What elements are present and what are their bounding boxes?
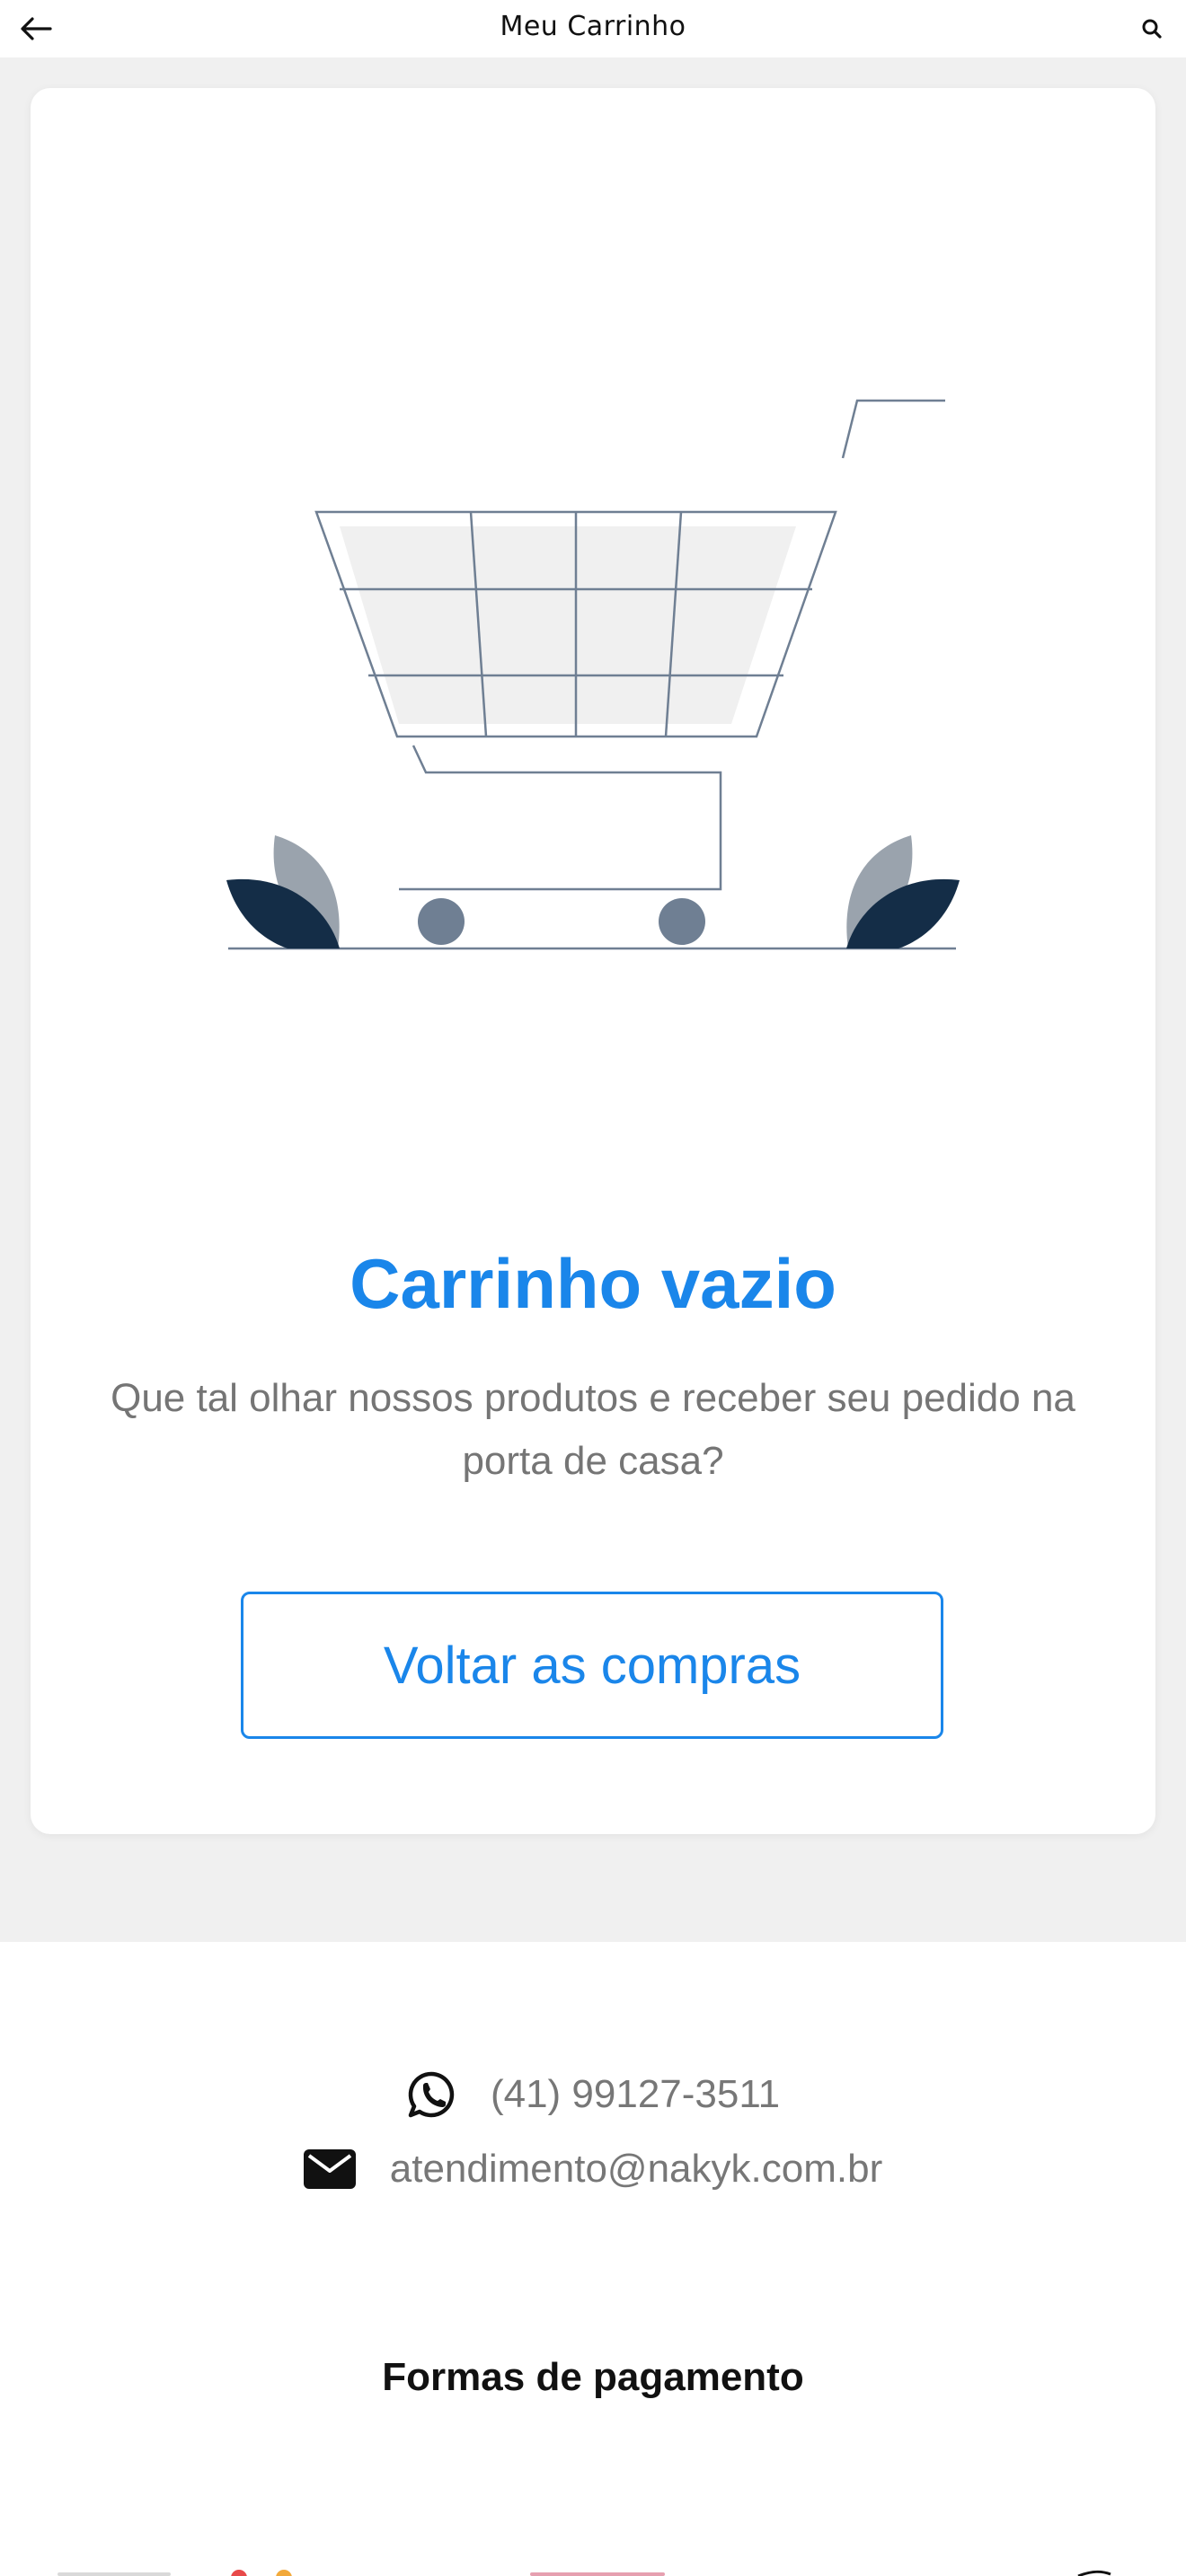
search-icon — [1142, 19, 1162, 39]
top-bar: Meu Carrinho — [0, 0, 1186, 57]
phone-number: (41) 99127-3511 — [490, 2072, 781, 2116]
cart-screen: Meu Carrinho Carrinho vazio Que tal olha… — [0, 0, 1186, 2576]
envelope-icon — [303, 2149, 356, 2189]
cart-frame — [399, 745, 722, 891]
email-contact[interactable]: atendimento@nakyk.com.br — [0, 2147, 1186, 2192]
whatsapp-icon — [406, 2069, 456, 2120]
cart-basket-fill — [340, 526, 796, 724]
cart-wheel-left — [418, 898, 465, 945]
page-title: Meu Carrinho — [500, 11, 686, 42]
back-to-shopping-button[interactable]: Voltar as compras — [241, 1592, 943, 1739]
whatsapp-contact[interactable]: (41) 99127-3511 — [0, 2069, 1186, 2120]
cart-wheel-right — [659, 898, 705, 945]
empty-shopping-cart-illustration — [226, 399, 960, 950]
empty-cart-card: Carrinho vazio Que tal olhar nossos prod… — [31, 88, 1155, 1834]
cart-handle — [841, 399, 945, 459]
payment-methods-strip — [58, 2570, 1111, 2576]
footer: (41) 99127-3511 atendimento@nakyk.com.br… — [0, 1942, 1186, 2576]
empty-cart-subtitle: Que tal olhar nossos produtos e receber … — [111, 1376, 1075, 1483]
payments-title: Formas de pagamento — [382, 2355, 804, 2399]
empty-cart-title: Carrinho vazio — [350, 1244, 836, 1323]
search-button[interactable] — [1136, 13, 1168, 45]
content-area: Carrinho vazio Que tal olhar nossos prod… — [0, 57, 1186, 1942]
email-address: atendimento@nakyk.com.br — [389, 2147, 883, 2191]
